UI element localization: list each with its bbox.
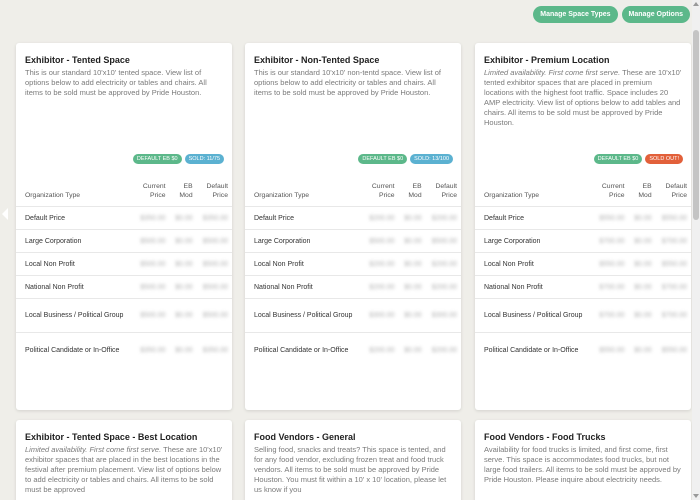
table-row: National Non Profit $700.00 $0.00 $700.00 <box>475 275 691 299</box>
table-row: Local Business / Political Group $700.00 $… <box>475 298 691 333</box>
manage-space-types-button[interactable]: Manage Space Types <box>533 6 618 23</box>
collapse-tab-icon[interactable] <box>2 208 8 220</box>
card-description: This is our standard 10'x10' non-tentd s… <box>254 68 441 97</box>
col-header-default: Default Price <box>665 183 687 199</box>
availability-note: Limited availability. First come first s… <box>25 445 162 454</box>
scroll-thumb[interactable] <box>693 30 699 220</box>
card-description: Limited availability. First come first s… <box>483 68 683 148</box>
table-row: Large Corporation $500.00 $0.00 $500.00 <box>245 229 461 253</box>
table-row: Local Non Profit $500.00 $0.00 $500.00 <box>16 252 232 276</box>
space-type-card[interactable]: Exhibitor - Tented Space - Best Location… <box>16 420 232 500</box>
table-row: Political Candidate or In-Office $350.00 $… <box>16 332 232 369</box>
col-header-org: Organization Type <box>254 192 310 199</box>
col-header-current: Current Price <box>371 183 395 199</box>
sold-badge: SOLD: 11/75 <box>184 154 224 164</box>
card-description: This is our standard 10'x10' tented spac… <box>25 68 207 97</box>
col-header-default: Default Price <box>206 183 228 199</box>
col-header-eb: EB Mod <box>408 183 422 199</box>
limited-availability-note: Limited availability. First come first s… <box>484 68 682 127</box>
table-row: Default Price $200.00 $0.00 $200.00 <box>245 206 461 230</box>
table-row: Political Candidate or In-Office $200.00 $… <box>245 332 461 369</box>
table-row: Local Business / Political Group $300.00 $… <box>245 298 461 333</box>
card-title: Food Vendors - Food Trucks <box>484 432 606 442</box>
default-eb-badge: DEFAULT EB $0 <box>593 154 643 164</box>
col-header-org: Organization Type <box>484 192 540 199</box>
table-row: Default Price $350.00 $0.00 $350.00 <box>16 206 232 230</box>
table-row: National Non Profit $500.00 $0.00 $500.00 <box>16 275 232 299</box>
table-row: Local Non Profit $200.00 $0.00 $200.00 <box>245 252 461 276</box>
table-row: National Non Profit $200.00 $0.00 $200.00 <box>245 275 461 299</box>
card-description: Selling food, snacks and treats? This sp… <box>254 445 447 494</box>
default-eb-badge: DEFAULT EB $0 <box>132 154 182 164</box>
card-description: Availability for food trucks is limited,… <box>484 445 681 484</box>
col-header-eb: EB Mod <box>179 183 193 199</box>
card-title: Exhibitor - Non-Tented Space <box>254 55 380 65</box>
header-actions: Manage Space Types Manage Options <box>533 6 690 23</box>
col-header-eb: EB Mod <box>638 183 652 199</box>
col-header-org: Organization Type <box>25 192 81 199</box>
manage-options-button[interactable]: Manage Options <box>621 6 690 23</box>
space-type-card[interactable]: Exhibitor - Tented Space This is our sta… <box>16 43 232 410</box>
pricing-table: Organization Type Current Price EB Mod Def… <box>475 174 691 369</box>
table-row: Default Price $550.00 $0.00 $550.00 <box>475 206 691 230</box>
pricing-table: Organization Type Current Price EB Mod Def… <box>245 174 461 369</box>
sold-badge: SOLD: 13/100 <box>410 154 453 164</box>
table-row: Local Non Profit $550.00 $0.00 $550.00 <box>475 252 691 276</box>
space-type-card[interactable]: Food Vendors - General Selling food, sna… <box>245 420 461 500</box>
table-row: Political Candidate or In-Office $550.00 $… <box>475 332 691 369</box>
col-header-current: Current Price <box>601 183 625 199</box>
space-type-card[interactable]: Exhibitor - Premium Location Limited ava… <box>475 43 691 410</box>
card-title: Exhibitor - Tented Space <box>25 55 130 65</box>
pricing-table: Organization Type Current Price EB Mod Def… <box>16 174 232 369</box>
sold-out-badge: SOLD OUT! <box>645 154 683 164</box>
scroll-down-icon[interactable] <box>693 494 699 498</box>
table-row: Large Corporation $700.00 $0.00 $700.00 <box>475 229 691 253</box>
page-scrollbar[interactable] <box>692 0 700 500</box>
card-title: Exhibitor - Tented Space - Best Location <box>25 432 198 442</box>
space-type-card[interactable]: Food Vendors - Food Trucks Availability … <box>475 420 691 500</box>
col-header-current: Current Price <box>142 183 166 199</box>
table-row: Large Corporation $500.00 $0.00 $500.00 <box>16 229 232 253</box>
card-description: Limited availability. First come first s… <box>25 445 223 494</box>
space-type-card[interactable]: Exhibitor - Non-Tented Space This is our… <box>245 43 461 410</box>
col-header-default: Default Price <box>435 183 457 199</box>
card-title: Exhibitor - Premium Location <box>484 55 610 65</box>
card-title: Food Vendors - General <box>254 432 356 442</box>
table-row: Local Business / Political Group $500.00 $… <box>16 298 232 333</box>
scroll-up-icon[interactable] <box>693 2 699 6</box>
availability-note: Limited availability. First come first s… <box>484 68 621 77</box>
default-eb-badge: DEFAULT EB $0 <box>358 154 408 164</box>
